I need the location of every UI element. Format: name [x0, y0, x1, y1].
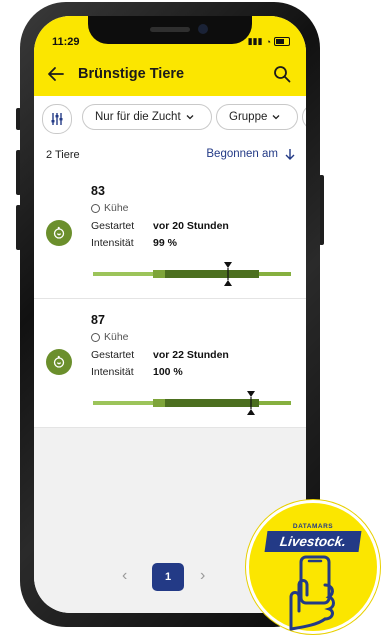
animal-count: 2 Tiere: [46, 149, 80, 161]
intensity-label: Intensität: [91, 237, 134, 249]
started-value: vor 22 Stunden: [153, 349, 229, 361]
bar-segment-peak: [165, 270, 259, 278]
bar-segment-late: [259, 272, 291, 276]
sort-label: Begonnen am: [206, 148, 278, 160]
group-label: Kühe: [104, 331, 129, 343]
chip-label: Gruppe: [229, 111, 268, 123]
intensity-value: 100 %: [153, 366, 183, 378]
chevron-down-icon: [186, 115, 194, 120]
chip-label: Nur für die Zucht: [95, 111, 181, 123]
animal-number: 87: [91, 313, 105, 327]
group-icon: [91, 203, 100, 213]
started-value: vor 20 Stunden: [153, 220, 229, 232]
started-label: Gestartet: [91, 220, 135, 232]
brand-badge: DATAMARS Livestock.: [246, 500, 380, 634]
sliders-icon: [51, 113, 63, 125]
intensity-label: Intensität: [91, 366, 134, 378]
heat-status-icon: [46, 220, 72, 246]
current-page-button[interactable]: 1: [152, 563, 184, 591]
hand-holding-phone-icon: [289, 555, 335, 631]
group-row: Kühe: [91, 331, 129, 343]
bar-segment-early: [93, 272, 153, 276]
bar-segment-late: [259, 401, 291, 405]
arrow-down-icon: [285, 149, 295, 160]
wifi-icon: ◔: [265, 36, 271, 47]
back-arrow-icon[interactable]: [46, 64, 66, 84]
app-header: Brünstige Tiere: [34, 52, 306, 96]
previous-page-icon[interactable]: ‹: [122, 567, 127, 585]
next-page-icon[interactable]: ›: [200, 567, 205, 585]
group-icon: [91, 332, 100, 342]
filter-chip-group[interactable]: Gruppe: [216, 104, 298, 130]
notch: [88, 16, 252, 44]
animal-number: 83: [91, 184, 105, 198]
group-row: Kühe: [91, 202, 129, 214]
brand-tagline: DATAMARS: [292, 523, 334, 530]
page-title: Brünstige Tiere: [78, 66, 185, 82]
signal-icon: ▮▮▮: [247, 36, 263, 46]
animal-card[interactable]: 83 Kühe Gestartet vor 20 Stunden Intensi…: [34, 170, 306, 299]
intensity-value: 99 %: [153, 237, 177, 249]
heat-status-icon: [46, 349, 72, 375]
started-label: Gestartet: [91, 349, 135, 361]
filter-chip-breeding[interactable]: Nur für die Zucht: [82, 104, 212, 130]
sort-button[interactable]: Begonnen am: [206, 148, 296, 160]
list-header: 2 Tiere Begonnen am: [34, 140, 306, 170]
status-time: 11:29: [52, 36, 80, 48]
group-label: Kühe: [104, 202, 129, 214]
status-icons: ▮▮▮ ◔: [248, 36, 290, 47]
bar-segment-early: [93, 401, 153, 405]
current-time-marker-icon: [224, 262, 232, 286]
filter-bar: Nur für die Zucht Gruppe: [34, 96, 306, 141]
chevron-down-icon: [272, 115, 280, 120]
filter-settings-button[interactable]: [42, 104, 72, 134]
animal-card[interactable]: 87 Kühe Gestartet vor 22 Stunden Intensi…: [34, 299, 306, 428]
battery-icon: [274, 37, 290, 46]
search-icon[interactable]: [272, 64, 292, 84]
filter-chip-more[interactable]: [302, 104, 306, 130]
brand-logo: Livestock.: [264, 531, 362, 552]
bar-segment-peak: [165, 399, 259, 407]
animal-list: 83 Kühe Gestartet vor 20 Stunden Intensi…: [34, 170, 306, 555]
current-time-marker-icon: [247, 391, 255, 415]
speaker-grille: [150, 27, 190, 32]
front-camera: [198, 24, 208, 34]
